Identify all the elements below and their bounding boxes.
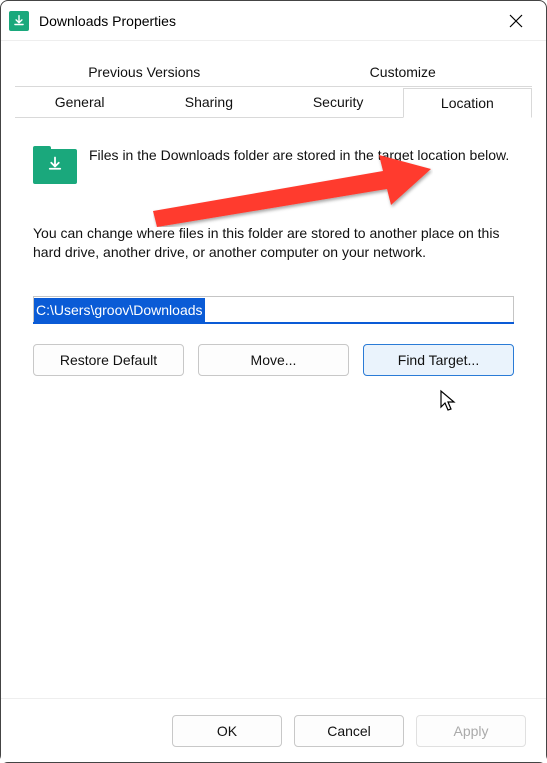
tab-row-2: General Sharing Security Location [15,87,532,118]
close-icon [509,14,523,28]
tab-general[interactable]: General [15,87,144,117]
downloads-folder-icon [33,146,77,184]
dialog-buttons: OK Cancel Apply [1,698,546,762]
tab-previous-versions[interactable]: Previous Versions [15,57,274,86]
cancel-button[interactable]: Cancel [294,715,404,747]
find-target-button[interactable]: Find Target... [363,344,514,376]
info-text: Files in the Downloads folder are stored… [89,146,509,165]
close-button[interactable] [494,5,538,37]
tab-sharing[interactable]: Sharing [144,87,273,117]
location-buttons: Restore Default Move... Find Target... [33,344,514,376]
input-focus-underline [33,322,514,324]
tab-customize[interactable]: Customize [274,57,533,86]
path-value: C:\Users\groov\Downloads [34,298,205,322]
move-button[interactable]: Move... [198,344,349,376]
tabpage-location: Files in the Downloads folder are stored… [15,118,532,376]
dialog-content: Previous Versions Customize General Shar… [1,41,546,698]
download-icon [12,14,26,28]
info-row: Files in the Downloads folder are stored… [33,146,514,184]
tab-security[interactable]: Security [274,87,403,117]
download-arrow-icon [46,155,64,173]
path-input[interactable]: C:\Users\groov\Downloads [33,296,514,324]
description-text: You can change where files in this folde… [33,224,514,262]
tab-location[interactable]: Location [403,88,532,118]
titlebar: Downloads Properties [1,1,546,41]
window-title: Downloads Properties [39,13,494,29]
apply-button[interactable]: Apply [416,715,526,747]
restore-default-button[interactable]: Restore Default [33,344,184,376]
tab-row-1: Previous Versions Customize [15,57,532,87]
app-icon [9,11,29,31]
tabstrip: Previous Versions Customize General Shar… [15,57,532,118]
ok-button[interactable]: OK [172,715,282,747]
